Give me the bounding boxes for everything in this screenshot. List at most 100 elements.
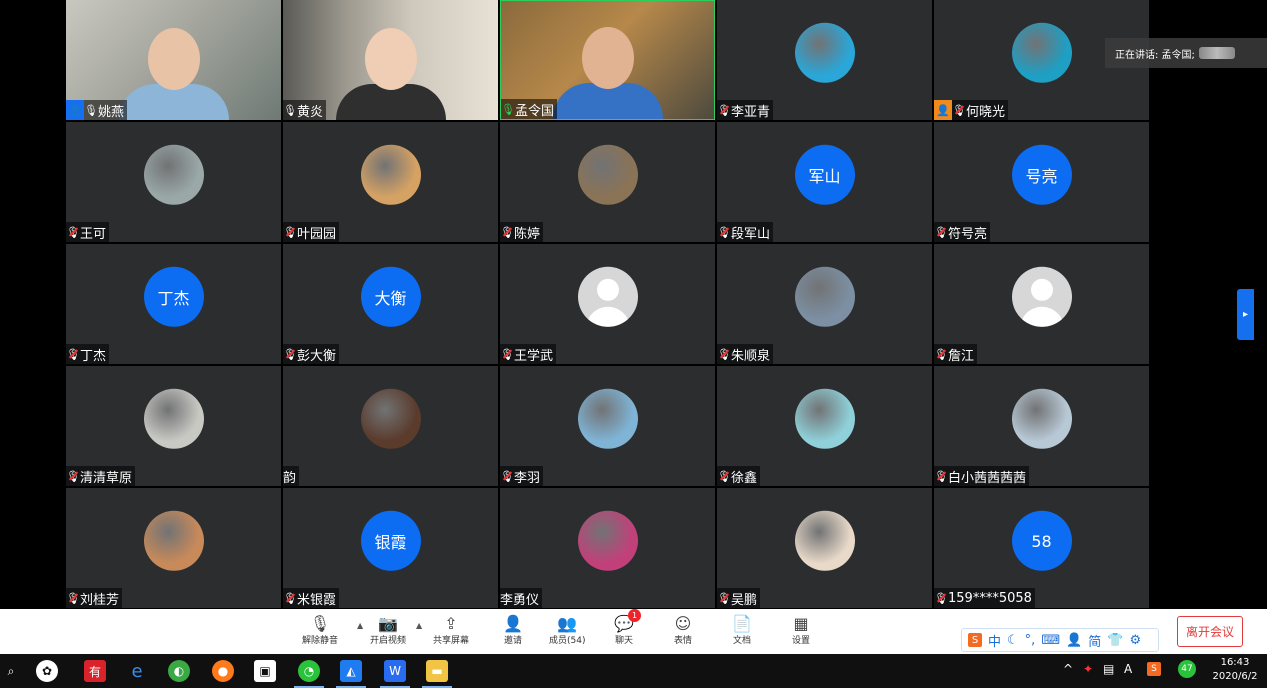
ime-mode[interactable]: 中 [988, 631, 1001, 650]
members-button[interactable]: 👥 成员(54) [549, 613, 585, 653]
tray-app-icon[interactable]: ✦ [1083, 662, 1093, 676]
participant-tile[interactable]: 🎙 吴鹏 [717, 488, 932, 608]
participant-tile[interactable]: 👤 🎙 姚燕 [66, 0, 281, 120]
store-icon[interactable]: ▣ [254, 660, 276, 682]
tray-sogou-icon[interactable]: S [1147, 662, 1161, 676]
participant-tile[interactable]: 🎙 李羽 [500, 366, 715, 486]
participant-tile[interactable]: 🎙 王可 [66, 122, 281, 242]
wps-icon[interactable]: W [380, 660, 410, 688]
host-badge-icon: 👤 [934, 100, 952, 120]
mic-muted-icon: 🎙 [66, 466, 80, 486]
nameplate: 🎙 刘桂芳 [66, 588, 123, 608]
participant-tile[interactable]: 号亮 🎙 符号亮 [934, 122, 1149, 242]
mic-muted-icon: 🎙 [66, 344, 80, 364]
chat-button[interactable]: 💬 1 聊天 [613, 609, 641, 653]
initials-avatar: 丁杰 [143, 266, 204, 327]
participant-name: 清清草原 [80, 470, 133, 486]
tray-font-label[interactable]: A [1124, 662, 1132, 676]
participant-name: 詹江 [948, 348, 975, 364]
docs-button[interactable]: 📄 文档 [731, 613, 753, 653]
participant-tile[interactable]: 大衡 🎙 彭大衡 [283, 244, 498, 364]
docs-label: 文档 [732, 636, 751, 646]
settings-button[interactable]: ▦ 设置 [790, 613, 812, 653]
skin-icon[interactable]: 👕 [1107, 633, 1123, 648]
participant-tile[interactable]: 李勇仪 [500, 488, 715, 608]
participant-name: 孟令国 [515, 103, 555, 119]
nameplate: 🎙 李羽 [500, 466, 544, 486]
participant-tile[interactable]: 银霞 🎙 米银霞 [283, 488, 498, 608]
ie-icon[interactable]: e [126, 660, 148, 682]
participant-tile[interactable]: 🎙 詹江 [934, 244, 1149, 364]
nameplate: 🎙 吴鹏 [717, 588, 761, 608]
ime-toolbar[interactable]: S 中 ☾ °, ⌨ 👤 简 👕 ⚙ [961, 628, 1159, 652]
tencent-meeting-icon[interactable]: ◭ [336, 660, 366, 688]
participant-tile[interactable]: 丁杰 🎙 丁杰 [66, 244, 281, 364]
wechat-icon[interactable]: ◔ [294, 660, 324, 688]
nameplate: 👤 🎙 何晓光 [934, 100, 1009, 120]
participant-tile[interactable]: 🎙 朱顺泉 [717, 244, 932, 364]
clock[interactable]: 16:43 2020/6/2 [1205, 656, 1265, 684]
360-icon[interactable]: ◐ [168, 660, 190, 682]
tray-expand-icon[interactable]: ^ [1063, 662, 1073, 676]
participant-tile[interactable]: 🎙 白小茜茜茜茜 [934, 366, 1149, 486]
moon-icon[interactable]: ☾ [1007, 633, 1019, 648]
search-icon[interactable]: ⌕ [0, 660, 22, 682]
participant-name: 陈婷 [514, 226, 541, 242]
audio-options-caret[interactable]: ▲ [357, 621, 363, 630]
invite-button[interactable]: 👤 邀请 [502, 613, 524, 653]
participant-name: 韵 [283, 470, 297, 486]
participant-tile[interactable]: 🎙 王学武 [500, 244, 715, 364]
video-options-caret[interactable]: ▲ [416, 621, 422, 630]
initials-avatar: 银霞 [360, 510, 421, 571]
unmute-button[interactable]: 🎙 解除静音 [302, 613, 338, 653]
participant-tile[interactable]: 58 🎙 159****5058 [934, 488, 1149, 608]
participant-video [552, 27, 663, 119]
mic-muted-icon: 🎙 [717, 466, 731, 486]
photo-avatar [1011, 388, 1072, 449]
keyboard-icon[interactable]: ⌨ [1041, 633, 1060, 648]
tray-badge[interactable]: 47 [1178, 660, 1196, 678]
participant-tile[interactable]: 🎙 徐鑫 [717, 366, 932, 486]
participant-name: 李勇仪 [500, 592, 540, 608]
photo-avatar [1011, 22, 1072, 83]
participant-tile[interactable]: 韵 [283, 366, 498, 486]
video-head [147, 28, 200, 90]
leave-meeting-button[interactable]: 离开会议 [1177, 616, 1243, 647]
ime-simplified[interactable]: 简 [1088, 631, 1101, 650]
participant-tile[interactable]: 🎙 清清草原 [66, 366, 281, 486]
nameplate: 李勇仪 [500, 588, 543, 608]
tray-ime-icon[interactable]: ▤ [1103, 662, 1114, 676]
youdao-icon[interactable]: 有 [84, 660, 106, 682]
participant-name: 黄炎 [297, 104, 324, 120]
share-screen-button[interactable]: ⇪ 共享屏幕 [433, 613, 469, 653]
settings-label: 设置 [791, 636, 810, 646]
members-label: 成员(54) [549, 636, 586, 646]
participant-tile[interactable]: 🎙 李亚青 [717, 0, 932, 120]
punctuation-icon[interactable]: °, [1025, 633, 1036, 648]
participant-tile[interactable]: 🎙 孟令国 [500, 0, 715, 120]
participant-tile[interactable]: 军山 🎙 段军山 [717, 122, 932, 242]
clock-date: 2020/6/2 [1212, 671, 1258, 682]
mic-muted-icon: 🎙 [66, 222, 80, 242]
participant-name: 王学武 [514, 348, 554, 364]
participant-tile[interactable]: 🎙 叶园园 [283, 122, 498, 242]
participant-name: 何晓光 [966, 104, 1006, 120]
user-icon[interactable]: 👤 [1066, 633, 1082, 648]
start-video-button[interactable]: 📷 开启视频 [370, 613, 406, 653]
mic-muted-icon: 🎙 [934, 588, 948, 608]
pinwheel-icon[interactable]: ✿ [36, 660, 58, 682]
participant-tile[interactable]: 🎙 陈婷 [500, 122, 715, 242]
default-avatar-icon [577, 266, 638, 327]
nameplate: 🎙 陈婷 [500, 222, 544, 242]
side-panel-toggle[interactable]: ▸ [1237, 289, 1254, 340]
participant-tile[interactable]: 🎙 黄炎 [283, 0, 498, 120]
gear-icon[interactable]: ⚙ [1129, 633, 1141, 648]
mic-muted-icon: 🎙 [309, 613, 331, 633]
nameplate: 🎙 王可 [66, 222, 110, 242]
invite-label: 邀请 [503, 636, 522, 646]
firefox-icon[interactable]: ● [212, 660, 234, 682]
emoji-button[interactable]: ☺ 表情 [672, 613, 694, 653]
participant-tile[interactable]: 🎙 刘桂芳 [66, 488, 281, 608]
mic-muted-icon: 🎙 [66, 588, 80, 608]
explorer-icon[interactable]: ▬ [422, 660, 452, 688]
